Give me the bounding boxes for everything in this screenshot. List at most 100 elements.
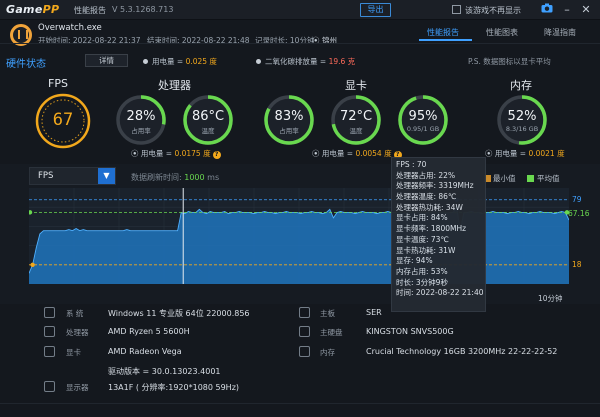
info-label: 系 统 xyxy=(66,309,84,318)
tooltip-line: 处理器频率: 3319MHz xyxy=(396,181,474,191)
refresh-interval: 数据刷新时间: 1000 ms xyxy=(131,172,219,183)
gpu-usage-value: 83% xyxy=(274,109,304,124)
gpu-vram-label: 0.95/1 GB xyxy=(406,125,440,133)
total-power: 用电量 = 0.025 度 xyxy=(152,56,217,67)
cpu-power-icon: ⦿ xyxy=(131,149,141,158)
duration: 记录时长: 10分钟 xyxy=(255,36,315,45)
legend-avg-label: 平均值 xyxy=(537,174,560,183)
start-time: 开始时间: 2022-08-22 21:37 xyxy=(38,36,141,45)
info-value: 驱动版本 = 30.0.13023.4001 xyxy=(108,367,221,376)
game-name: Overwatch.exe xyxy=(38,23,102,33)
menu-performance-report[interactable]: 性能报告 xyxy=(74,5,106,16)
cpu-power-label: 用电量 = xyxy=(140,149,175,158)
tab-performance-report[interactable]: 性能报告 xyxy=(427,27,459,38)
tooltip-line: 内存占用: 53% xyxy=(396,266,448,276)
fps-value: 67 xyxy=(52,110,74,130)
info-value: AMD Radeon Vega xyxy=(108,347,182,356)
cpu-help-icon[interactable]: ? xyxy=(212,151,221,159)
tab-performance-chart[interactable]: 性能图表 xyxy=(486,27,518,38)
chart-max-label: 79 xyxy=(572,194,582,204)
refresh-label: 数据刷新时间: xyxy=(131,173,185,182)
tooltip-line: 处理器热功耗: 34W xyxy=(396,202,463,212)
chart-avg-label: 67.16 xyxy=(568,209,590,219)
info-label: 显卡 xyxy=(66,348,81,357)
fps-title: FPS xyxy=(48,77,68,90)
chevron-down-icon[interactable]: ▼ xyxy=(98,168,115,184)
camera-icon[interactable] xyxy=(540,3,554,17)
cpu-temp-value: 86°C xyxy=(191,109,225,124)
co2-value: 19.6 克 xyxy=(328,57,356,66)
gpu-power-label: 用电量 = xyxy=(321,149,356,158)
fps-gauge: 67 xyxy=(34,92,92,150)
gpu-usage-gauge: 83% 占用率 xyxy=(263,94,315,146)
cpu-usage-label: 占用率 xyxy=(131,127,151,135)
gpu-temp-gauge: 72°C 温度 xyxy=(330,94,382,146)
active-tab-indicator xyxy=(419,39,472,41)
gpu-temp-value: 72°C xyxy=(339,109,373,124)
cpu-temp-gauge: 86°C 温度 xyxy=(182,94,234,146)
tooltip-line: 显存: 94% xyxy=(396,256,433,266)
cpu-title: 处理器 xyxy=(158,79,191,92)
app-logo: GamePP xyxy=(6,3,59,16)
tooltip-line: FPS : 70 xyxy=(396,160,427,169)
info-label: 主硬盘 xyxy=(320,328,343,337)
detail-button[interactable]: 详情 xyxy=(85,54,128,67)
tooltip-line: 显卡热功耗: 31W xyxy=(396,245,456,255)
no-show-checkbox[interactable] xyxy=(452,5,461,14)
memory-power-label: 用电量 = xyxy=(494,149,529,158)
info-label: 显示器 xyxy=(66,383,89,392)
info-value: KINGSTON SNVS500G xyxy=(366,327,454,336)
legend-min-label: 最小值 xyxy=(493,174,516,183)
tooltip-line: 时间: 2022-08-22 21:40 xyxy=(396,288,484,298)
tooltip-line: 处理器温度: 86℃ xyxy=(396,192,457,202)
gpu-title: 显卡 xyxy=(345,79,367,92)
co2-emission: 二氧化碳排放量 = 19.6 克 xyxy=(265,56,355,67)
chart-x-end-label: 10分钟 xyxy=(538,294,563,303)
chart-tooltip: FPS : 70 处理器占用: 22% 处理器频率: 3319MHz 处理器温度: 8… xyxy=(391,157,486,312)
cpu-temp-label: 温度 xyxy=(201,127,215,135)
memory-value: 52% xyxy=(507,109,537,124)
refresh-unit: ms xyxy=(204,173,220,182)
close-icon[interactable]: ✕ xyxy=(579,3,593,17)
motherboard-icon xyxy=(299,307,310,318)
cpu-usage-gauge: 28% 占用率 xyxy=(115,94,167,146)
chart-min-label: 18 xyxy=(572,259,582,269)
bottom-divider xyxy=(0,403,600,404)
info-label: 主板 xyxy=(320,309,335,318)
gpu-power-value: 0.0054 度 xyxy=(355,149,392,158)
info-label: 内存 xyxy=(320,348,335,357)
info-value: 13A1F ( 分辨率:1920*1080 59Hz) xyxy=(108,383,240,392)
metric-select[interactable]: FPS ▼ xyxy=(29,167,116,185)
no-show-label: 该游戏不再显示 xyxy=(465,6,521,15)
tooltip-line: 显卡占用: 84% xyxy=(396,213,448,223)
power-value: 0.025 度 xyxy=(185,57,217,66)
version-text: V 5.3.1268.713 xyxy=(112,5,174,14)
power-dot-icon xyxy=(143,59,148,64)
cpu-power: ⦿ 用电量 = 0.0175 度? xyxy=(131,148,221,159)
memory-gauge: 52% 8.3/16 GB xyxy=(496,94,548,146)
memory-power-value: 0.0021 度 xyxy=(528,149,565,158)
memory-label: 8.3/16 GB xyxy=(505,125,539,133)
end-time: 结束时间: 2022-08-22 21:48 xyxy=(147,36,250,45)
info-value: SER xyxy=(366,308,382,317)
gpu-vram-gauge: 95% 0.95/1 GB xyxy=(397,94,449,146)
monitor-icon xyxy=(44,381,55,392)
gpu-icon xyxy=(44,346,55,357)
info-label: 处理器 xyxy=(66,328,89,337)
location-text: 锦州 xyxy=(322,36,337,45)
tooltip-line: 处理器占用: 22% xyxy=(396,170,456,180)
cpu-power-value: 0.0175 度 xyxy=(174,149,211,158)
logo-main-text: Game xyxy=(6,3,43,16)
minimize-icon[interactable]: – xyxy=(560,3,574,17)
memory-power: ⦿ 用电量 = 0.0021 度 xyxy=(485,148,565,159)
hardware-status-title: 硬件状态 xyxy=(6,59,46,70)
gpu-temp-label: 温度 xyxy=(349,127,363,135)
ps-note: P.S. 数据图标以显卡平均 xyxy=(468,57,551,66)
tab-cooling-guide[interactable]: 降温指南 xyxy=(544,27,576,38)
memory-icon xyxy=(299,346,310,357)
cpu-icon xyxy=(44,326,55,337)
fps-chart[interactable] xyxy=(29,188,569,284)
memory-title: 内存 xyxy=(510,79,532,92)
info-value: AMD Ryzen 5 5600H xyxy=(108,327,190,336)
export-button[interactable]: 导出 xyxy=(360,3,391,17)
